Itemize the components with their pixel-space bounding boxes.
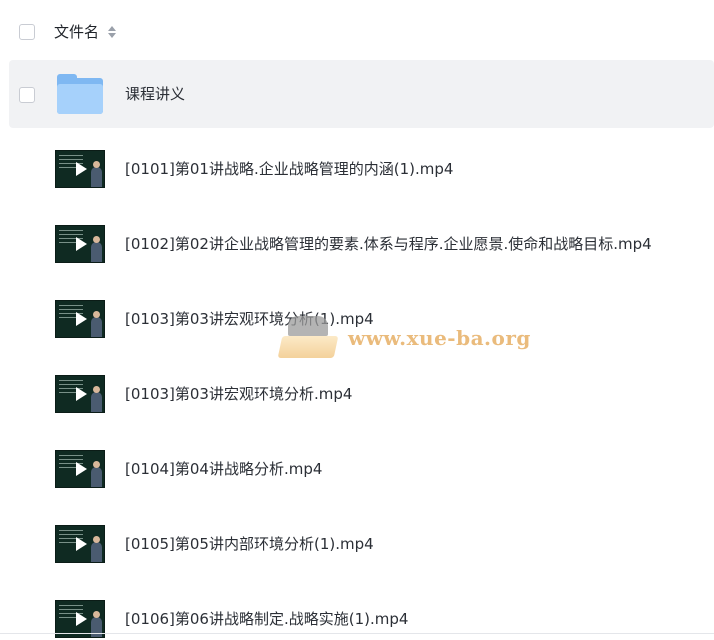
video-thumbnail <box>56 151 104 187</box>
file-name[interactable]: [0103]第03讲宏观环境分析(1).mp4 <box>125 285 374 353</box>
play-icon <box>76 387 87 401</box>
video-thumbnail <box>56 301 104 337</box>
file-name[interactable]: [0104]第04讲战略分析.mp4 <box>125 435 322 503</box>
play-icon <box>76 462 87 476</box>
file-row[interactable]: [0103]第03讲宏观环境分析.mp4 <box>9 360 714 428</box>
play-icon <box>76 537 87 551</box>
file-list-header: 文件名 <box>0 0 714 62</box>
file-row[interactable]: [0104]第04讲战略分析.mp4 <box>9 435 714 503</box>
play-icon <box>76 237 87 251</box>
file-name[interactable]: [0103]第03讲宏观环境分析.mp4 <box>125 360 352 428</box>
play-icon <box>76 612 87 626</box>
file-name[interactable]: [0105]第05讲内部环境分析(1).mp4 <box>125 510 374 578</box>
file-row[interactable]: [0101]第01讲战略.企业战略管理的内涵(1).mp4 <box>9 135 714 203</box>
file-row[interactable]: [0102]第02讲企业战略管理的要素.体系与程序.企业愿景.使命和战略目标.m… <box>9 210 714 278</box>
row-checkbox[interactable] <box>19 87 35 103</box>
play-icon <box>76 162 87 176</box>
file-name[interactable]: [0101]第01讲战略.企业战略管理的内涵(1).mp4 <box>125 135 453 203</box>
folder-name[interactable]: 课程讲义 <box>125 60 185 128</box>
sort-icon[interactable] <box>108 26 117 39</box>
divider <box>0 633 714 634</box>
file-row[interactable]: [0103]第03讲宏观环境分析(1).mp4 <box>9 285 714 353</box>
file-name[interactable]: [0102]第02讲企业战略管理的要素.体系与程序.企业愿景.使命和战略目标.m… <box>125 210 652 278</box>
file-row[interactable]: [0105]第05讲内部环境分析(1).mp4 <box>9 510 714 578</box>
file-name[interactable]: [0106]第06讲战略制定.战略实施(1).mp4 <box>125 585 408 640</box>
file-list-page: 文件名 课程讲义 [0101]第01讲战略.企业战略管理的内涵(1).mp4 [… <box>0 0 714 640</box>
folder-row[interactable]: 课程讲义 <box>9 60 714 128</box>
video-thumbnail <box>56 601 104 637</box>
video-thumbnail <box>56 226 104 262</box>
play-icon <box>76 312 87 326</box>
file-row[interactable]: [0106]第06讲战略制定.战略实施(1).mp4 <box>9 585 714 640</box>
video-thumbnail <box>56 526 104 562</box>
filename-column-header[interactable]: 文件名 <box>54 21 99 43</box>
select-all-checkbox[interactable] <box>19 24 35 40</box>
video-thumbnail <box>56 451 104 487</box>
video-thumbnail <box>56 376 104 412</box>
folder-icon <box>57 74 103 114</box>
